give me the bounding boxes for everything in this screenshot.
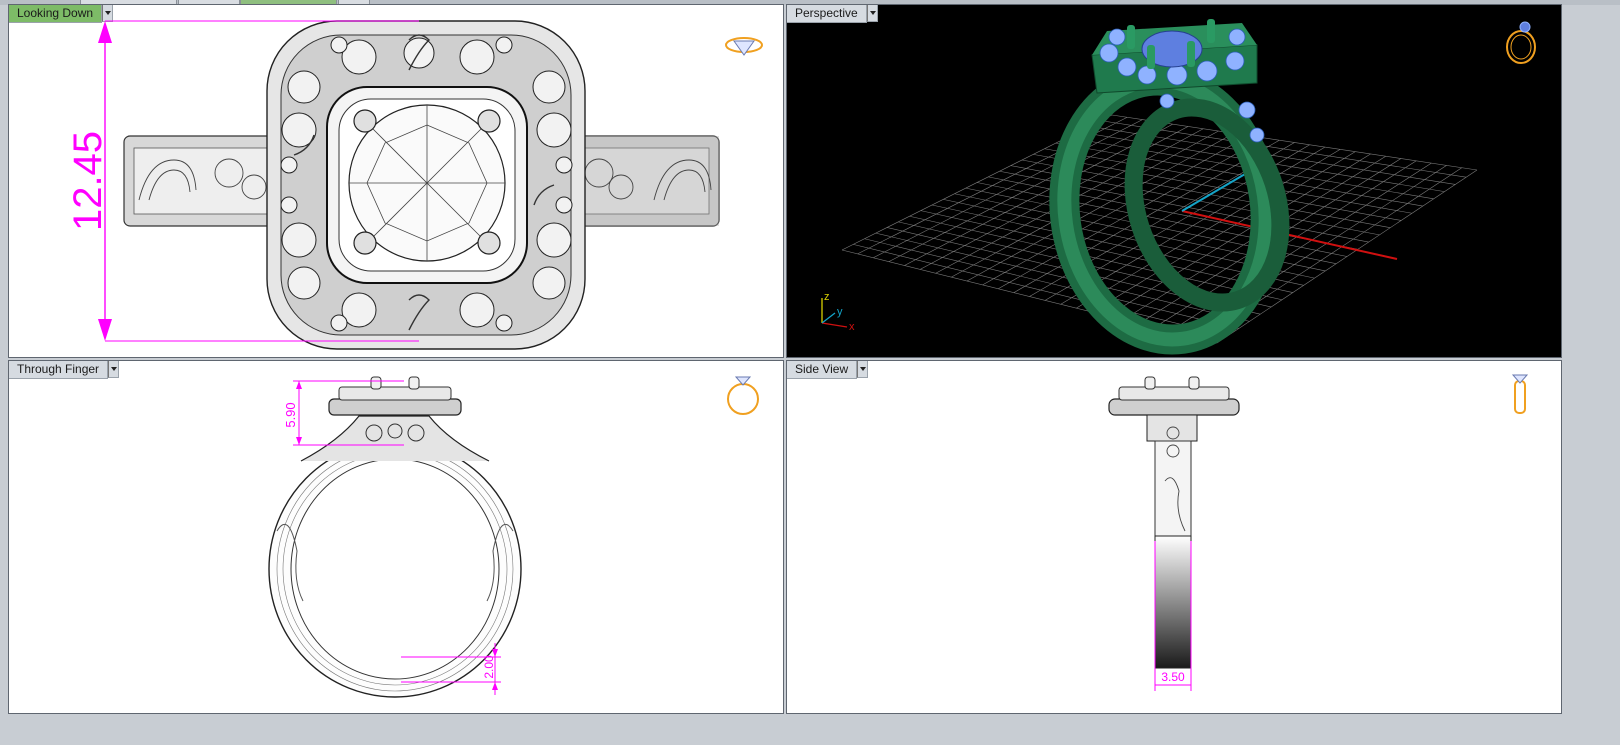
axis-label-z: z [824, 291, 830, 303]
ring-side-view-drawing: 3.50 [1108, 374, 1529, 691]
axis-label-y: y [837, 306, 843, 318]
ring-top-view-drawing: 12.45 [66, 20, 763, 350]
viewport-perspective[interactable]: Perspective z y x [786, 4, 1562, 358]
ring-front-view-icon [727, 376, 759, 415]
viewport-looking-down[interactable]: Looking Down 12.45 [8, 4, 784, 358]
dimension-head-height: 5.90 [283, 402, 298, 427]
dimension-overall-height: 12.45 [66, 131, 110, 231]
ring-top-view-icon [725, 37, 763, 56]
construction-plane-grid [841, 114, 1478, 344]
dimension-shank-thickness: 2.00 [482, 655, 496, 679]
ring-side-view-icon [1511, 374, 1529, 414]
ring-front-view-drawing: 5.90 2.00 [268, 376, 759, 698]
viewport-side-view[interactable]: Side View 3.50 [786, 360, 1562, 714]
ring-perspective-render: z y x [821, 19, 1536, 355]
viewport-through-finger[interactable]: Through Finger 5.90 2.00 [8, 360, 784, 714]
axis-triad-icon: z y x [821, 291, 855, 333]
dimension-band-width: 3.50 [1161, 670, 1185, 684]
ring-perspective-icon [1506, 21, 1536, 64]
axis-label-x: x [849, 321, 855, 333]
